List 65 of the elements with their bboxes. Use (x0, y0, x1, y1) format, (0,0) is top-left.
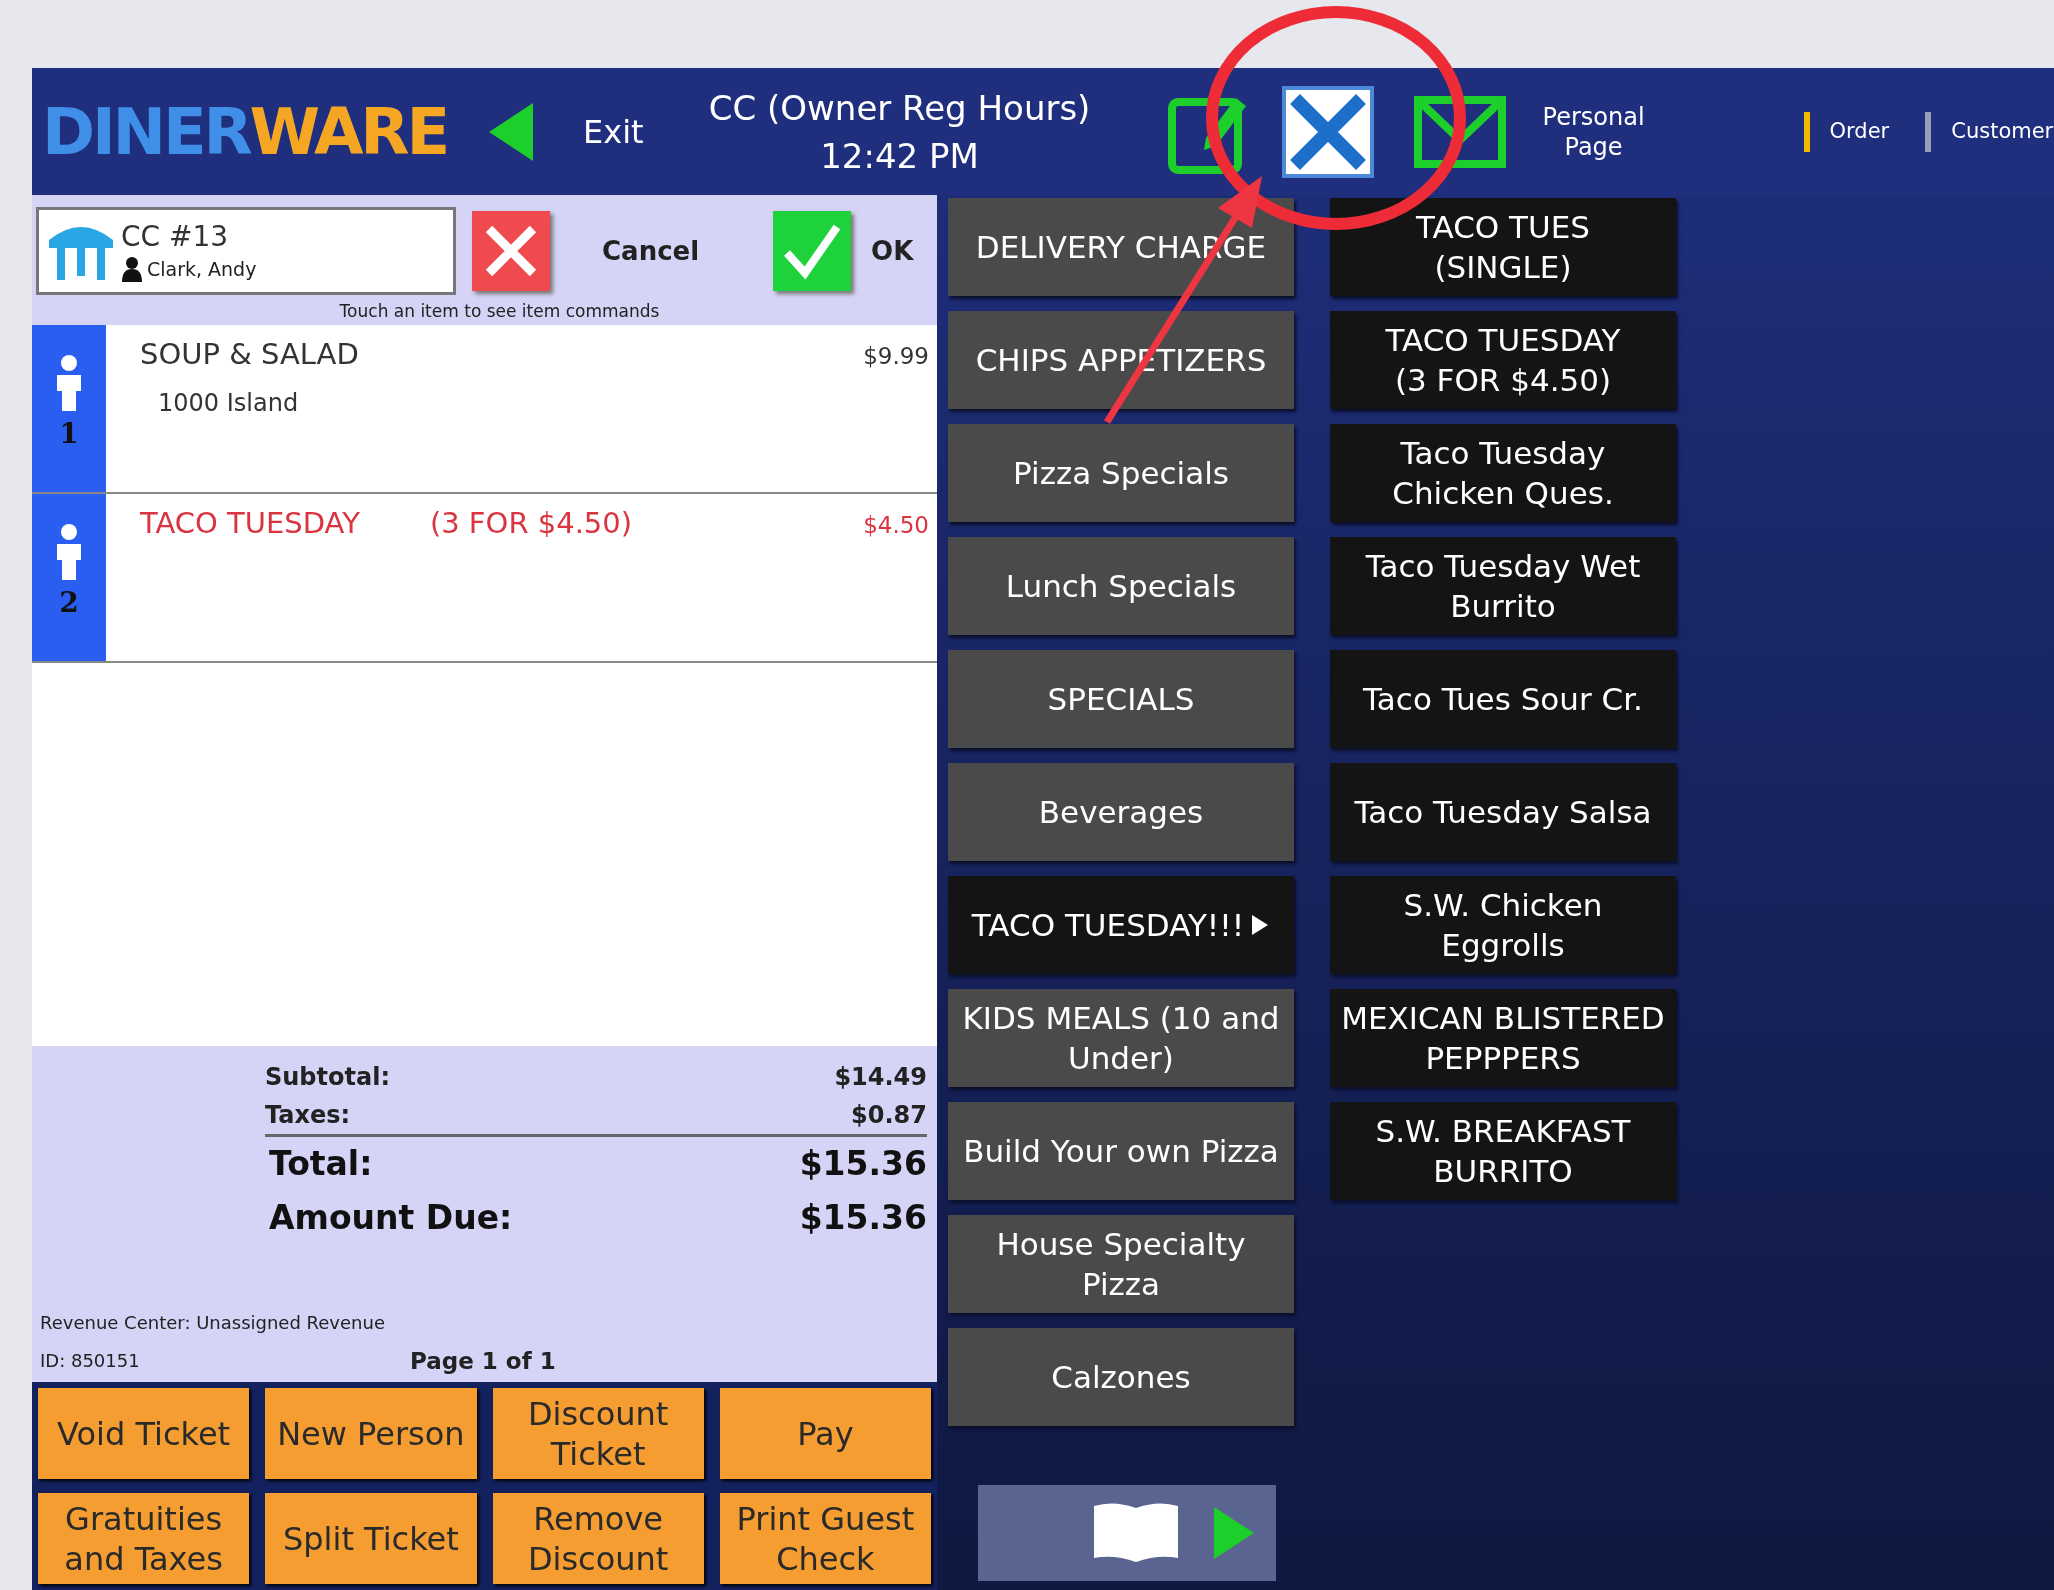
category-button[interactable]: TACO TUESDAY!!! (948, 876, 1294, 974)
server-name: Clark, Andy (147, 256, 257, 282)
menu-item-button[interactable]: MEXICAN BLISTERED PEPPPERS (1330, 989, 1676, 1087)
hint-text: Touch an item to see item commands (338, 300, 661, 323)
totals-label: Subtotal: (265, 1062, 390, 1093)
action-button[interactable]: Void Ticket (38, 1388, 250, 1479)
ticket-name: CC #13 (121, 218, 230, 255)
category-button[interactable]: Pizza Specials (948, 424, 1294, 522)
category-button[interactable]: KIDS MEALS (10 and Under) (948, 989, 1294, 1087)
totals-label: Taxes: (265, 1100, 351, 1131)
revenue-center: Revenue Center: Unassigned Revenue (40, 1310, 386, 1335)
menu-item-button[interactable]: TACO TUES (SINGLE) (1330, 198, 1676, 296)
cancel-button[interactable]: Cancel (602, 231, 700, 271)
category-button[interactable]: House Specialty Pizza (948, 1215, 1294, 1313)
next-arrow-icon[interactable] (1212, 1505, 1256, 1561)
cancel-icon[interactable] (472, 211, 550, 291)
action-button[interactable]: New Person (265, 1388, 477, 1479)
tab[interactable]: Customer (1925, 111, 2054, 152)
menu-item-button[interactable]: TACO TUESDAY (3 FOR $4.50) (1330, 311, 1676, 409)
menu-item-button[interactable]: Taco Tues Sour Cr. (1330, 650, 1676, 748)
menu-item-button[interactable]: S.W. Chicken Eggrolls (1330, 876, 1676, 974)
category-button[interactable]: Calzones (948, 1328, 1294, 1426)
seat-tab[interactable]: 2 (32, 494, 106, 661)
window-title: CC (Owner Reg Hours) (708, 86, 1091, 130)
totals-label: Total: (269, 1143, 373, 1185)
page-indicator: Page 1 of 1 (410, 1346, 556, 1376)
seat-tab[interactable]: 1 (32, 325, 106, 492)
totals-value: $0.87 (851, 1100, 927, 1131)
clock-time: 12:42 PM (820, 134, 979, 178)
item-name[interactable]: TACO TUESDAY (140, 502, 360, 546)
tab[interactable]: Order (1803, 111, 1890, 152)
menu-item-button[interactable]: Taco Tuesday Wet Burrito (1330, 537, 1676, 635)
category-button[interactable]: Beverages (948, 763, 1294, 861)
action-button[interactable]: Split Ticket (265, 1493, 477, 1584)
action-button[interactable]: Pay (719, 1388, 931, 1479)
action-button[interactable]: Print Guest Check (719, 1493, 931, 1584)
category-button[interactable]: Lunch Specials (948, 537, 1294, 635)
totals-value: $14.49 (834, 1062, 927, 1093)
menu-item-button[interactable]: S.W. BREAKFAST BURRITO (1330, 1102, 1676, 1200)
totals-value: $15.36 (799, 1143, 927, 1185)
item-price: $9.99 (863, 342, 929, 371)
menu-item-button[interactable]: Taco Tuesday Salsa (1330, 763, 1676, 861)
ticket-id: ID: 850151 (40, 1349, 141, 1374)
menu-item-button[interactable]: Taco Tuesday Chicken Ques. (1330, 424, 1676, 522)
category-button[interactable]: SPECIALS (948, 650, 1294, 748)
server-icon (121, 256, 143, 282)
exit-button[interactable]: Exit (582, 107, 644, 156)
personal-page-button[interactable]: Personal Page (1533, 101, 1654, 162)
person-icon (54, 522, 84, 582)
category-button[interactable]: Build Your own Pizza (948, 1102, 1294, 1200)
person-icon (54, 353, 84, 413)
action-button[interactable]: Gratuities and Taxes (38, 1493, 250, 1584)
close-icon[interactable] (1281, 85, 1374, 178)
action-button[interactable]: Discount Ticket (492, 1388, 704, 1479)
item-price: $4.50 (863, 511, 929, 540)
totals-value: $15.36 (799, 1197, 927, 1239)
envelope-icon[interactable] (1413, 95, 1506, 168)
action-button[interactable]: Remove Discount (492, 1493, 704, 1584)
ticket-header-card[interactable]: CC #13 Clark, Andy (36, 207, 456, 295)
totals-label: Amount Due: (269, 1197, 513, 1239)
item-name[interactable]: SOUP & SALAD (140, 333, 359, 377)
item-detail: (3 FOR $4.50) (429, 505, 633, 542)
logo: DINERWARE (42, 99, 447, 164)
ok-button[interactable]: OK (871, 231, 914, 271)
item-modifier: 1000 Island (158, 387, 300, 419)
